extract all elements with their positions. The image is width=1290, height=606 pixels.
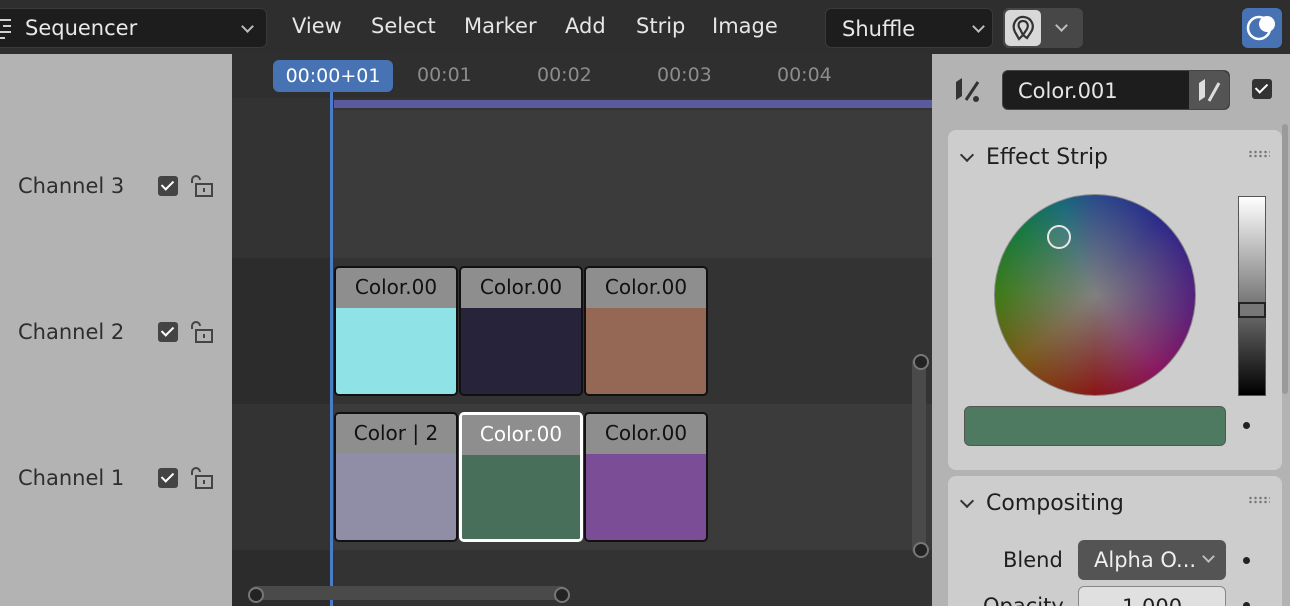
menu-view[interactable]: View <box>292 14 342 38</box>
blend-mode-value: Alpha O... <box>1094 548 1197 572</box>
blend-mode-select[interactable]: Alpha O... <box>1078 540 1226 580</box>
strip-label: Color | 2 <box>336 414 456 454</box>
header-bar: Sequencer View Select Marker Add Strip I… <box>0 0 1290 54</box>
color-wheel[interactable] <box>994 194 1196 396</box>
current-frame-indicator[interactable]: 00:00+01 <box>273 60 393 92</box>
channel-mute-checkbox[interactable] <box>158 322 178 342</box>
strip-color-fill <box>336 308 456 394</box>
unlock-icon[interactable] <box>188 174 214 198</box>
overlap-mode-select[interactable]: Shuffle <box>825 8 993 48</box>
horizontal-scrollbar[interactable] <box>248 586 570 603</box>
color-strip[interactable]: Color.00 <box>334 266 458 396</box>
ruler-tick-label: 00:01 <box>417 64 472 86</box>
overlay-toggle-button[interactable] <box>1242 8 1282 48</box>
channel-label[interactable]: Channel 1 <box>18 466 124 490</box>
overlap-mode-label: Shuffle <box>842 17 916 41</box>
strip-label: Color.00 <box>336 268 456 308</box>
overlay-icon <box>1246 15 1275 41</box>
unlock-icon[interactable] <box>188 466 214 490</box>
channel-label[interactable]: Channel 2 <box>18 320 124 344</box>
chevron-down-icon[interactable] <box>1055 19 1068 32</box>
blend-label: Blend <box>1003 548 1063 572</box>
ruler-tick-label: 00:03 <box>657 64 712 86</box>
frame-range-bar <box>334 100 932 108</box>
chevron-down-icon <box>959 493 975 509</box>
panel-header[interactable]: Effect Strip <box>959 142 1109 172</box>
strip-color-fill <box>462 455 580 539</box>
keyframe-dot-icon[interactable] <box>1243 422 1250 429</box>
effect-strip-panel: Effect Strip <box>948 130 1282 470</box>
strip-enable-checkbox[interactable] <box>1252 79 1272 99</box>
opacity-value: 1.000 <box>1079 595 1225 606</box>
strip-color-fill <box>461 308 581 394</box>
channel-region: Channel 3 Channel 2 Channel 1 <box>0 54 232 606</box>
compositing-panel: Compositing Blend Alpha O... Opacity 1.0… <box>948 476 1282 606</box>
menu-marker[interactable]: Marker <box>464 14 537 38</box>
panel-header[interactable]: Compositing <box>959 488 1124 518</box>
properties-sidebar: Color.001 Effect Strip Compositing Blend <box>932 54 1290 606</box>
before-start-shade <box>232 110 330 606</box>
panel-title: Effect Strip <box>986 144 1109 170</box>
panel-title: Compositing <box>986 490 1124 516</box>
strip-icon <box>956 78 980 102</box>
ruler-tick-label: 00:04 <box>777 64 832 86</box>
menu-select[interactable]: Select <box>371 14 436 38</box>
color-strip[interactable]: Color.00 <box>584 266 708 396</box>
strip-color-fill <box>586 308 706 394</box>
strip-color-fill <box>336 454 456 540</box>
opacity-label: Opacity <box>983 594 1064 606</box>
sequencer-icon <box>0 16 15 40</box>
sidebar-scrollbar[interactable] <box>1282 124 1288 394</box>
unlock-icon[interactable] <box>188 320 214 344</box>
strip-color-fill <box>586 454 706 540</box>
color-strip[interactable]: Color.00 <box>584 412 708 542</box>
sequencer-timeline[interactable]: 00:01 00:02 00:03 00:04 Color.00 Color.0… <box>232 54 932 606</box>
drag-handle-icon[interactable] <box>1248 150 1270 158</box>
ruler-tick-label: 00:02 <box>537 64 592 86</box>
drag-handle-icon[interactable] <box>1248 496 1270 504</box>
strip-label: Color.00 <box>462 415 580 455</box>
keyframe-dot-icon[interactable] <box>1243 557 1250 564</box>
magnet-icon[interactable] <box>1005 10 1041 46</box>
strip-name-field[interactable]: Color.001 <box>1002 70 1230 110</box>
editor-type-label: Sequencer <box>25 16 138 40</box>
menu-image[interactable]: Image <box>712 14 778 38</box>
color-strip-active[interactable]: Color.00 <box>459 412 583 542</box>
channel-mute-checkbox[interactable] <box>158 176 178 196</box>
chevron-down-icon <box>959 147 975 163</box>
color-strip[interactable]: Color.00 <box>459 266 583 396</box>
value-slider-handle[interactable] <box>1238 302 1266 318</box>
chevron-down-icon <box>241 20 254 33</box>
color-wheel-cursor[interactable] <box>1047 225 1071 249</box>
opacity-field[interactable]: 1.000 <box>1078 586 1226 606</box>
keyframe-dot-icon[interactable] <box>1243 602 1250 606</box>
strip-label: Color.00 <box>586 414 706 454</box>
channel-mute-checkbox[interactable] <box>158 468 178 488</box>
color-swatch[interactable] <box>964 406 1226 446</box>
chevron-down-icon <box>1202 550 1215 563</box>
menu-strip[interactable]: Strip <box>636 14 685 38</box>
channel-label[interactable]: Channel 3 <box>18 174 124 198</box>
chevron-down-icon <box>972 20 985 33</box>
color-strip[interactable]: Color | 2 <box>334 412 458 542</box>
value-slider[interactable] <box>1238 196 1266 396</box>
strip-label: Color.00 <box>586 268 706 308</box>
vertical-scrollbar[interactable] <box>912 354 929 558</box>
strip-label: Color.00 <box>461 268 581 308</box>
snap-toggle[interactable] <box>1003 8 1083 48</box>
strip-name-text: Color.001 <box>1018 79 1118 103</box>
channel-3-row <box>232 110 932 258</box>
editor-type-select[interactable]: Sequencer <box>0 8 267 48</box>
menu-add[interactable]: Add <box>565 14 606 38</box>
playhead[interactable] <box>330 76 333 606</box>
strip-type-icon[interactable] <box>1189 71 1229 109</box>
